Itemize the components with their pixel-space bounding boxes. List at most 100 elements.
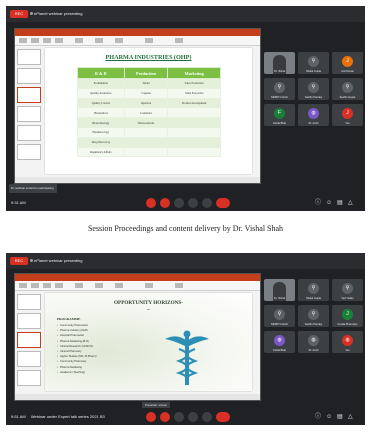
present-icon[interactable] <box>174 412 184 422</box>
people-icon[interactable]: ☺ <box>326 200 332 206</box>
end-call-icon[interactable] <box>216 198 230 208</box>
slide-thumbnails[interactable] <box>17 49 41 163</box>
participant-tile[interactable]: ◍ Dr. Ansh <box>298 331 329 353</box>
ribbon-icon[interactable] <box>19 38 27 43</box>
powerpoint-ribbon[interactable] <box>15 281 260 291</box>
table-cell: Quality Assurance <box>77 87 125 99</box>
participant-tile[interactable]: Dr. Vishal <box>264 52 295 74</box>
camera-icon[interactable] <box>160 412 170 422</box>
chat-icon[interactable]: ▤ <box>337 414 343 420</box>
raise-hand-icon[interactable] <box>188 198 198 208</box>
camera-icon[interactable] <box>160 198 170 208</box>
participant-tile[interactable]: ⚲ Sachin Pandey <box>298 305 329 327</box>
table-cell: Nutraceuticals <box>123 117 169 128</box>
table-cell <box>167 107 221 119</box>
raise-hand-icon[interactable] <box>188 412 198 422</box>
participant-tile[interactable]: J Kerala Pharmacy <box>332 305 363 327</box>
presenting-label: Presenter: screen <box>142 402 171 408</box>
participant-name: SIDRP N Ansh <box>271 323 288 326</box>
participant-tile[interactable]: ⚲ SIDRP N Ansh <box>264 305 295 327</box>
column-header: Marketing <box>167 67 221 79</box>
participant-name: You <box>345 349 350 352</box>
ribbon-icon[interactable] <box>55 38 63 43</box>
meeting-screenshot-1: REC ePlanet webinar presenting PHARMA IN… <box>6 6 365 211</box>
table-cell: Capsule <box>123 87 169 99</box>
participant-tile[interactable]: ⚲ Shakti Gupta <box>298 52 329 74</box>
powerpoint-status-bar <box>15 177 260 183</box>
ribbon-icon[interactable] <box>145 283 153 288</box>
participant-name: Dr. Ansh <box>308 122 319 125</box>
participant-avatar: J <box>342 108 353 119</box>
ribbon-icon[interactable] <box>115 38 123 43</box>
participant-name: Sachin Pandey <box>304 323 323 326</box>
participant-tile[interactable]: ◍ Faizal Bhat <box>264 331 295 353</box>
activities-icon[interactable]: △ <box>348 200 354 206</box>
participant-avatar: F <box>274 108 285 119</box>
participant-tile[interactable]: ⚲ Shakti Gupta <box>298 279 329 301</box>
ribbon-icon[interactable] <box>43 283 51 288</box>
ribbon-icon[interactable] <box>75 283 83 288</box>
participant-tile[interactable]: ◍ Dr. Ansh <box>298 104 329 126</box>
slide-thumbnail[interactable] <box>17 294 41 310</box>
slide-thumbnails[interactable] <box>17 294 41 389</box>
slide-thumbnail[interactable] <box>17 351 41 367</box>
present-icon[interactable] <box>174 198 184 208</box>
slide-thumbnail[interactable] <box>17 68 41 84</box>
slide-thumbnail[interactable] <box>17 144 41 160</box>
meeting-title: ePlanet webinar presenting <box>34 258 83 263</box>
ribbon-icon[interactable] <box>19 283 27 288</box>
ribbon-icon[interactable] <box>145 38 153 43</box>
ribbon-icon[interactable] <box>95 38 103 43</box>
participant-tile[interactable]: ◍ You <box>332 331 363 353</box>
ribbon-icon[interactable] <box>115 283 123 288</box>
slide-thumbnail-selected[interactable] <box>17 87 41 103</box>
table-cell <box>167 117 221 128</box>
table-cell <box>167 146 221 158</box>
mic-icon[interactable] <box>146 412 156 422</box>
info-icon[interactable]: ⓘ <box>315 414 321 420</box>
slide-canvas[interactable]: OPPORTUNITY HORIZONS- ... PROGRAMME Comm… <box>45 293 252 391</box>
ribbon-icon[interactable] <box>75 38 83 43</box>
ribbon-icon[interactable] <box>43 38 51 43</box>
table-cell: Quality Control <box>77 97 125 109</box>
activities-icon[interactable]: △ <box>348 414 354 420</box>
ribbon-icon[interactable] <box>31 38 39 43</box>
participant-tile[interactable]: J You <box>332 104 363 126</box>
meeting-time-and-name: 9:51 AM Webinar under Expert talk series… <box>11 414 105 419</box>
info-icon[interactable]: ⓘ <box>315 200 321 206</box>
table-cell: Tablet <box>123 78 169 89</box>
participant-name: Dr. Vishal <box>273 297 286 300</box>
mic-icon[interactable] <box>146 198 156 208</box>
more-icon[interactable] <box>202 412 212 422</box>
participant-tile[interactable]: ⚲ SIDRP N Ansh <box>264 78 295 100</box>
participant-tile[interactable]: ⚲ Sachin Gupta <box>332 78 363 100</box>
slide-heading: PROGRAMME <box>57 317 81 321</box>
slide-canvas[interactable]: PHARMA INDUSTRIES (OHP) R & D Production… <box>45 48 252 174</box>
ribbon-icon[interactable] <box>95 283 103 288</box>
slide-thumbnail[interactable] <box>17 106 41 122</box>
ribbon-icon[interactable] <box>175 38 183 43</box>
slide-thumbnail[interactable] <box>17 313 41 329</box>
participant-tile[interactable]: F Faizal Bhat <box>264 104 295 126</box>
participant-tile[interactable]: ⚲ Sachin Pandey <box>298 78 329 100</box>
slide-thumbnail[interactable] <box>17 49 41 65</box>
chat-icon[interactable]: ▤ <box>337 200 343 206</box>
table-cell: Biomedical <box>77 107 125 119</box>
end-call-icon[interactable] <box>216 412 230 422</box>
participant-tile[interactable]: ⚲ Ved Yadav <box>332 279 363 301</box>
powerpoint-window[interactable]: OPPORTUNITY HORIZONS- ... PROGRAMME Comm… <box>14 273 261 401</box>
ribbon-icon[interactable] <box>31 283 39 288</box>
powerpoint-ribbon[interactable] <box>15 36 260 46</box>
participant-name: Shakti Gupta <box>306 70 321 73</box>
ribbon-icon[interactable] <box>175 283 183 288</box>
table-row: Biomedical Cosmetics <box>77 107 221 119</box>
ribbon-icon[interactable] <box>55 283 63 288</box>
participant-tile[interactable]: J Anil Kumar <box>332 52 363 74</box>
slide-thumbnail-selected[interactable] <box>17 332 41 348</box>
people-icon[interactable]: ☺ <box>326 414 332 420</box>
slide-thumbnail[interactable] <box>17 125 41 141</box>
more-icon[interactable] <box>202 198 212 208</box>
slide-thumbnail[interactable] <box>17 370 41 386</box>
participant-tile[interactable]: Dr. Vishal <box>264 279 295 301</box>
powerpoint-window[interactable]: PHARMA INDUSTRIES (OHP) R & D Production… <box>14 28 261 184</box>
